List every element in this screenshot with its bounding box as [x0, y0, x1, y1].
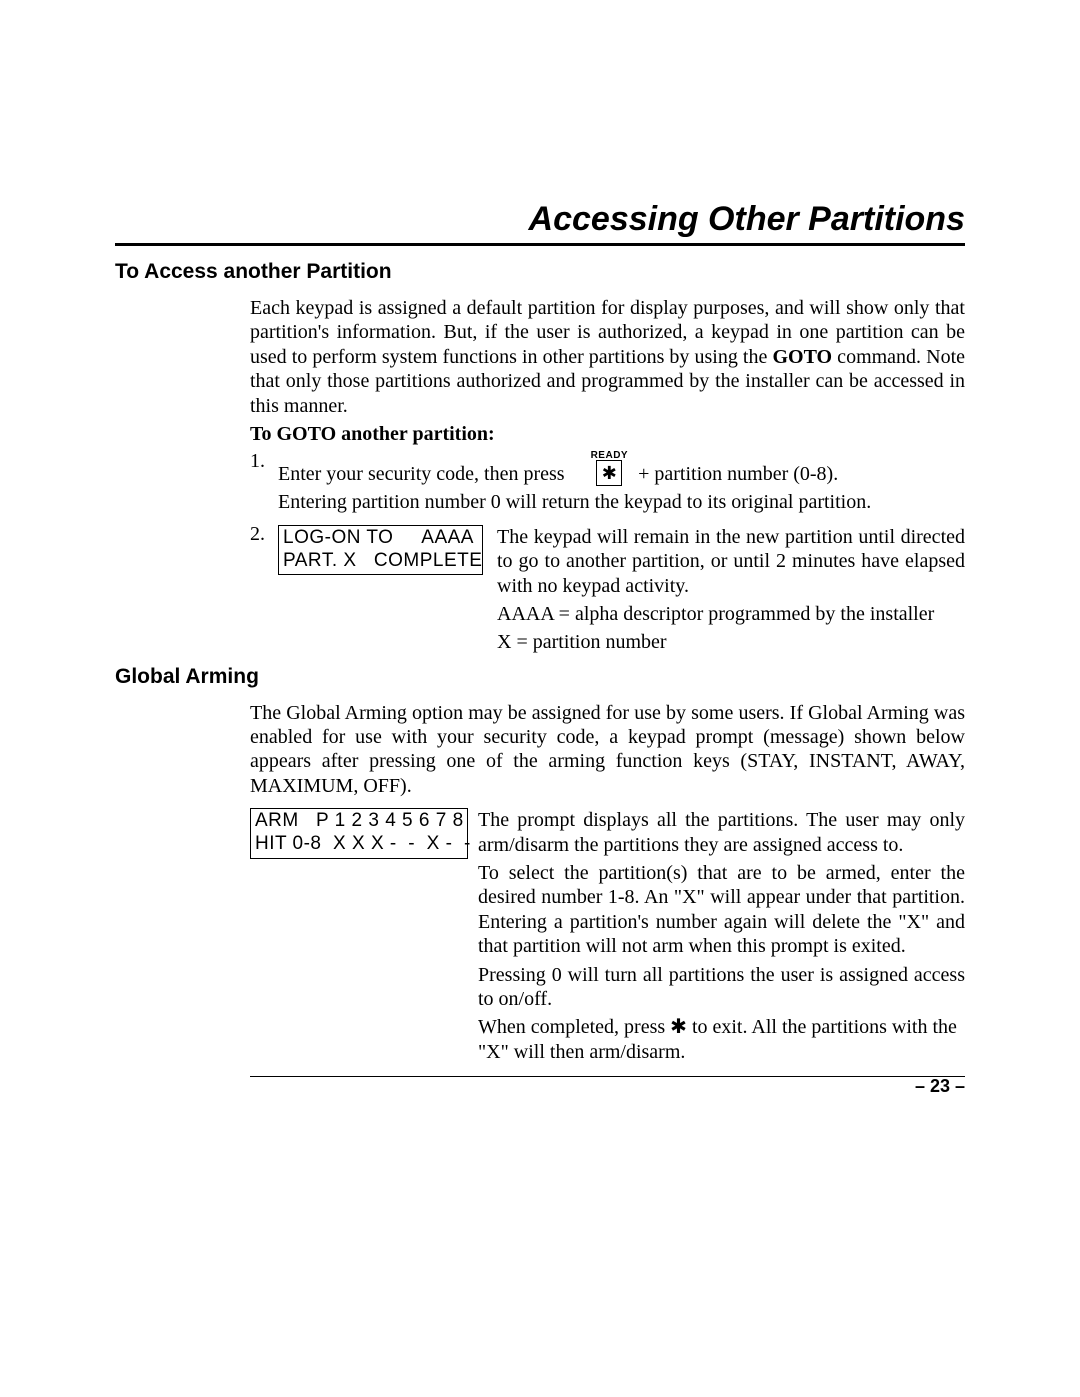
lcd-logon: LOG-ON TO AAAA PART. X COMPLETE	[278, 525, 483, 576]
lcd-arm-row2: HIT 0-8 X X X - - X - -	[255, 833, 463, 856]
lcd-logon-row1: LOG-ON TO AAAA	[283, 527, 478, 550]
step2-row: 2. LOG-ON TO AAAA PART. X COMPLETE The k…	[250, 523, 965, 659]
section2-intro: The Global Arming option may be assigned…	[250, 701, 965, 799]
ready-key-group: READY ✱	[591, 450, 629, 486]
lcd-arm: ARM P 1 2 3 4 5 6 7 8 HIT 0-8 X X X - - …	[250, 808, 468, 859]
section1-intro: Each keypad is assigned a default partit…	[250, 296, 965, 418]
step1-text: Enter your security code, then press REA…	[278, 450, 965, 486]
step1-note: Entering partition number 0 will return …	[278, 490, 875, 514]
section2-two-col: ARM P 1 2 3 4 5 6 7 8 HIT 0-8 X X X - - …	[250, 808, 965, 1068]
section2-p2: To select the partition(s) that are to b…	[478, 861, 965, 959]
lcd-logon-row2: PART. X COMPLETE	[283, 550, 478, 573]
star-icon-inline: ✱	[670, 1016, 687, 1038]
page-number: – 23 –	[915, 1076, 965, 1097]
page: Accessing Other Partitions To Access ano…	[0, 0, 1080, 1397]
step2-p1: The keypad will remain in the new partit…	[497, 525, 965, 598]
bottom-rule	[250, 1076, 965, 1077]
section2-heading: Global Arming	[115, 665, 965, 689]
section2-body: The Global Arming option may be assigned…	[250, 701, 965, 1077]
section1-sub1: To GOTO another partition:	[250, 422, 965, 446]
step1-text-a: Enter your security code, then press	[278, 463, 565, 486]
step1-text-c: + partition number (0-8).	[638, 463, 838, 486]
step1-num: 1.	[250, 450, 278, 473]
section2-p4a: When completed, press	[478, 1016, 670, 1038]
section2-p3: Pressing 0 will turn all partitions the …	[478, 963, 965, 1012]
section1-heading: To Access another Partition	[115, 260, 965, 284]
section2-p1: The prompt displays all the partitions. …	[478, 808, 965, 857]
section1-body: Each keypad is assigned a default partit…	[250, 296, 965, 659]
goto-word: GOTO	[772, 346, 832, 368]
step2-num: 2.	[250, 523, 278, 546]
step2-p3: X = partition number	[497, 630, 965, 654]
lcd-arm-row1: ARM P 1 2 3 4 5 6 7 8	[255, 810, 463, 833]
step2-explain: The keypad will remain in the new partit…	[497, 525, 965, 659]
step1-note-row: Entering partition number 0 will return …	[250, 490, 965, 518]
chapter-title: Accessing Other Partitions	[115, 200, 965, 239]
title-rule	[115, 243, 965, 246]
star-key-icon: ✱	[596, 460, 622, 486]
step1-row: 1. Enter your security code, then press …	[250, 450, 965, 486]
step2-p2: AAAA = alpha descriptor programmed by th…	[497, 602, 965, 626]
section2-explain: The prompt displays all the partitions. …	[478, 808, 965, 1068]
section2-p4: When completed, press ✱ to exit. All the…	[478, 1015, 965, 1064]
